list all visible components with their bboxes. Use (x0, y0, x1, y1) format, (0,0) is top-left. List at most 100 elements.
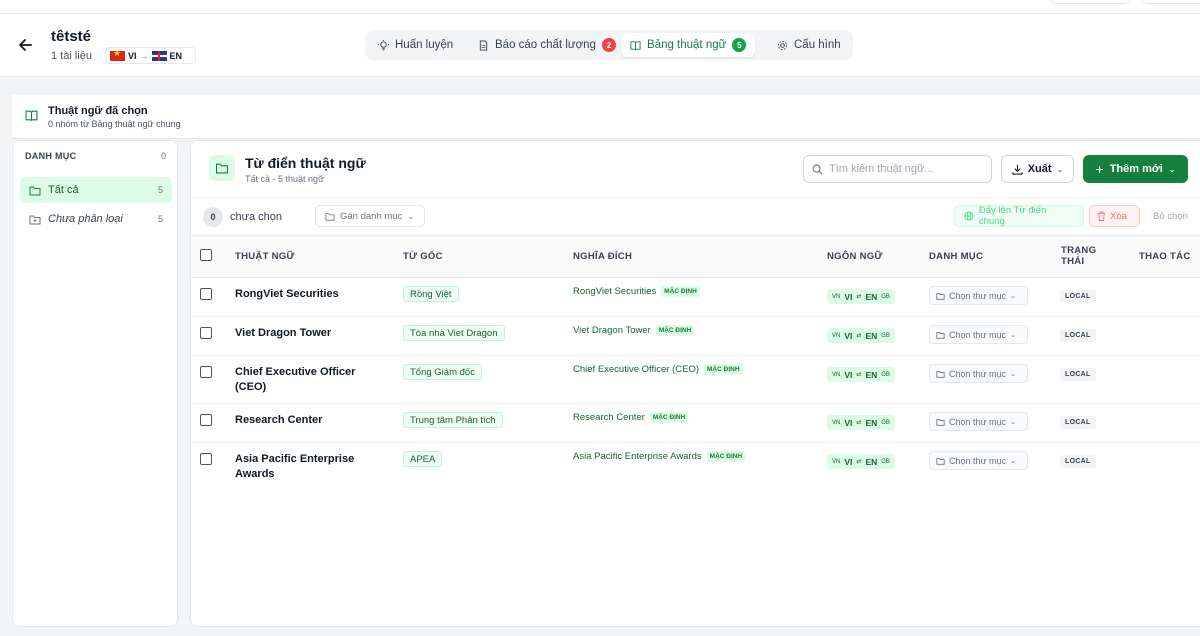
row-checkbox[interactable] (200, 288, 212, 300)
assign-category-label: Gán danh mục (340, 210, 403, 222)
divider (191, 197, 1200, 198)
term-cell: Research Center (235, 414, 323, 426)
table-row[interactable]: Viet Dragon Tower Tòa nhà Viet Dragon Vi… (191, 317, 1200, 356)
language-pair-badge: VN VI ⇄ EN GB (827, 415, 895, 430)
sidebar-item-uncategorized[interactable]: Chưa phân loại 5 (20, 206, 172, 232)
term-cell: Viet Dragon Tower (235, 327, 332, 339)
page-subtitle: Tất cả - 5 thuật ngữ (245, 174, 325, 184)
source-language: VI (128, 50, 137, 61)
delete-button[interactable]: Xóa (1089, 205, 1140, 227)
target-term: Chief Executive Officer (CEO) (573, 364, 700, 375)
select-all-checkbox[interactable] (200, 249, 212, 261)
category-select[interactable]: Chọn thư mục ⌄ (929, 364, 1028, 383)
download-icon (1012, 164, 1023, 175)
table-row[interactable]: RongViet Securities Rồng Việt RongViet S… (191, 278, 1200, 317)
default-badge: MẶC ĐỊNH (661, 286, 700, 297)
language-pair-badge: VN VI ⇄ EN GB (827, 367, 895, 382)
chevron-down-icon: ⌄ (1010, 292, 1016, 300)
back-arrow-icon[interactable] (16, 35, 36, 55)
row-checkbox[interactable] (200, 453, 212, 465)
target-term-cell: Chief Executive Officer (CEO) MẶC ĐỊNH (573, 364, 743, 375)
file-icon (479, 39, 488, 51)
row-checkbox[interactable] (200, 327, 212, 339)
tab-settings[interactable]: Cấu hình (768, 33, 850, 57)
category-select[interactable]: Chọn thư mục ⌄ (929, 451, 1028, 470)
selected-glossary-bar: Thuật ngữ đã chọn 0 nhóm từ Bảng thuật n… (12, 95, 1200, 139)
tab-glossary[interactable]: Bảng thuật ngữ 5 (621, 33, 756, 57)
row-checkbox[interactable] (200, 366, 212, 378)
column-header-source[interactable]: TỪ GỐC (403, 251, 443, 262)
tab-badge: 5 (732, 38, 747, 52)
deselect-button[interactable]: Bỏ chọn (1153, 211, 1188, 222)
category-select-label: Chọn thư mục (949, 329, 1007, 340)
swap-icon: ⇄ (856, 459, 862, 465)
column-header-target[interactable]: NGHĨA ĐÍCH (573, 251, 632, 262)
chevron-down-icon: ⌄ (1010, 370, 1016, 378)
category-sidebar: DANH MỤC 0 Tất cả 5 Chưa phân loại 5 (12, 140, 178, 627)
header-button-partial[interactable] (1050, 0, 1130, 4)
target-term-cell: Asia Pacific Enterprise Awards MẶC ĐỊNH (573, 451, 746, 462)
tab-badge: 2 (601, 38, 616, 52)
column-header-category[interactable]: DANH MỤC (929, 251, 983, 262)
category-select-label: Chọn thư mục (949, 455, 1007, 466)
top-header: têtsté 1 tài liệu VI → EN Huấn luyện Báo… (0, 0, 1200, 77)
folder-icon (936, 370, 945, 378)
table-row[interactable]: Chief Executive Officer (CEO) Tổng Giám … (191, 356, 1200, 404)
column-header-actions: THAO TÁC (1139, 251, 1191, 262)
export-button[interactable]: Xuất ⌄ (1001, 155, 1074, 183)
target-term: RongViet Securities (573, 286, 657, 297)
folder-icon (29, 186, 41, 195)
status-badge: LOCAL (1060, 368, 1096, 381)
folder-icon (936, 457, 945, 465)
language-pair-chip: VI → EN (105, 47, 196, 64)
source-term-chip: APEA (403, 451, 443, 467)
category-select[interactable]: Chọn thư mục ⌄ (929, 325, 1028, 344)
source-term-chip: Rồng Việt (403, 286, 459, 302)
table-row[interactable]: Asia Pacific Enterprise Awards APEA Asia… (191, 443, 1200, 491)
push-to-shared-button[interactable]: Đẩy lên Từ điển chung (954, 205, 1084, 227)
bulb-icon (378, 39, 389, 51)
tab-label: Bảng thuật ngữ (647, 39, 727, 51)
book-icon (630, 40, 641, 50)
column-header-language[interactable]: NGÔN NGỮ (827, 251, 883, 262)
book-icon (25, 110, 38, 121)
swap-icon: ⇄ (856, 333, 862, 339)
delete-label: Xóa (1110, 210, 1127, 222)
chevron-down-icon: ⌄ (1010, 418, 1016, 426)
assign-category-button[interactable]: Gán danh mục ⌄ (315, 205, 425, 227)
folder-icon (936, 418, 945, 426)
header-button-partial[interactable] (1142, 0, 1200, 4)
target-term: Asia Pacific Enterprise Awards (573, 451, 702, 462)
search-placeholder: Tìm kiếm thuật ngữ... (829, 163, 934, 175)
sidebar-item-all[interactable]: Tất cả 5 (20, 177, 172, 203)
language-pair-badge: VN VI ⇄ EN GB (827, 328, 895, 343)
document-title: têtsté (51, 28, 92, 45)
table-row[interactable]: Research Center Trung tâm Phân tích Rese… (191, 404, 1200, 443)
sidebar-heading-count: 0 (160, 151, 166, 161)
column-header-status[interactable]: TRẠNG THÁI (1061, 245, 1101, 267)
term-cell: Chief Executive Officer (CEO) (235, 366, 356, 393)
category-select-label: Chọn thư mục (949, 368, 1007, 379)
target-language: EN (169, 50, 183, 61)
folder-icon (216, 163, 228, 174)
selected-label: chưa chọn (230, 211, 283, 223)
tab-training[interactable]: Huấn luyện (369, 33, 462, 57)
category-select-label: Chọn thư mục (949, 416, 1007, 427)
category-select[interactable]: Chọn thư mục ⌄ (929, 412, 1028, 431)
status-badge: LOCAL (1060, 290, 1096, 303)
sidebar-item-label: Tất cả (48, 184, 79, 196)
target-term: Research Center (573, 412, 645, 423)
selected-count: 0 (203, 207, 223, 227)
language-pair-badge: VN VI ⇄ EN GB (827, 289, 895, 304)
swap-icon: ⇄ (856, 372, 862, 378)
folder-icon (936, 292, 945, 300)
search-input[interactable]: Tìm kiếm thuật ngữ... (803, 155, 992, 183)
globe-icon (964, 211, 974, 221)
swap-icon: ⇄ (856, 294, 862, 300)
category-select[interactable]: Chọn thư mục ⌄ (929, 286, 1028, 305)
row-checkbox[interactable] (200, 414, 212, 426)
add-new-button[interactable]: + Thêm mới ⌄ (1083, 155, 1188, 183)
tab-quality-report[interactable]: Báo cáo chất lượng 2 (469, 33, 625, 57)
column-header-term[interactable]: THUẬT NGỮ (235, 251, 295, 262)
vietnam-flag-icon (110, 48, 125, 61)
